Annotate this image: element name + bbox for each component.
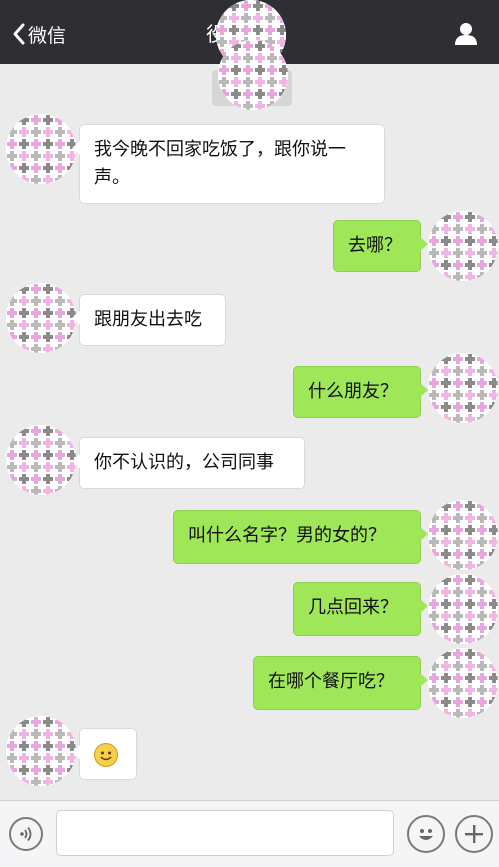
message-bubble-outgoing[interactable]: 在哪个餐厅吃？: [253, 656, 428, 710]
message-bubble-outgoing[interactable]: 几点回来？: [293, 582, 428, 636]
contact-info-button[interactable]: [453, 21, 479, 49]
system-avatar: [218, 40, 288, 110]
contact-avatar[interactable]: [6, 114, 76, 184]
my-avatar[interactable]: [428, 648, 498, 718]
emoji-button[interactable]: [407, 815, 445, 853]
plus-icon: [465, 825, 483, 843]
person-icon: [455, 23, 477, 45]
back-button[interactable]: 微信: [12, 18, 66, 50]
message-bubble-outgoing[interactable]: 叫什么名字？男的女的？: [173, 510, 428, 564]
message-bubble-incoming[interactable]: 我今晚不回家吃饭了，跟你说一声。: [72, 124, 385, 204]
message-bubble-incoming[interactable]: [72, 728, 137, 780]
smiley-emoji: [94, 743, 118, 767]
my-avatar[interactable]: [428, 353, 498, 423]
my-avatar[interactable]: [428, 500, 498, 570]
my-avatar[interactable]: [428, 574, 498, 644]
message-bubble-outgoing[interactable]: 去哪？: [333, 220, 428, 272]
input-bar: [0, 800, 499, 867]
message-bubble-incoming[interactable]: 跟朋友出去吃: [72, 294, 226, 346]
contact-avatar[interactable]: [6, 716, 76, 786]
my-avatar[interactable]: [428, 211, 498, 281]
contact-avatar[interactable]: [6, 425, 76, 495]
back-label: 微信: [28, 24, 67, 47]
voice-icon: [20, 826, 32, 842]
message-input[interactable]: [56, 810, 394, 856]
message-bubble-outgoing[interactable]: 什么朋友？: [293, 366, 428, 418]
message-bubble-incoming[interactable]: 你不认识的，公司同事: [72, 437, 305, 489]
voice-button[interactable]: [9, 817, 43, 851]
contact-avatar[interactable]: [6, 283, 76, 353]
more-button[interactable]: [455, 815, 493, 853]
chevron-left-icon: [13, 23, 25, 45]
emoji-face-icon: [419, 829, 433, 840]
